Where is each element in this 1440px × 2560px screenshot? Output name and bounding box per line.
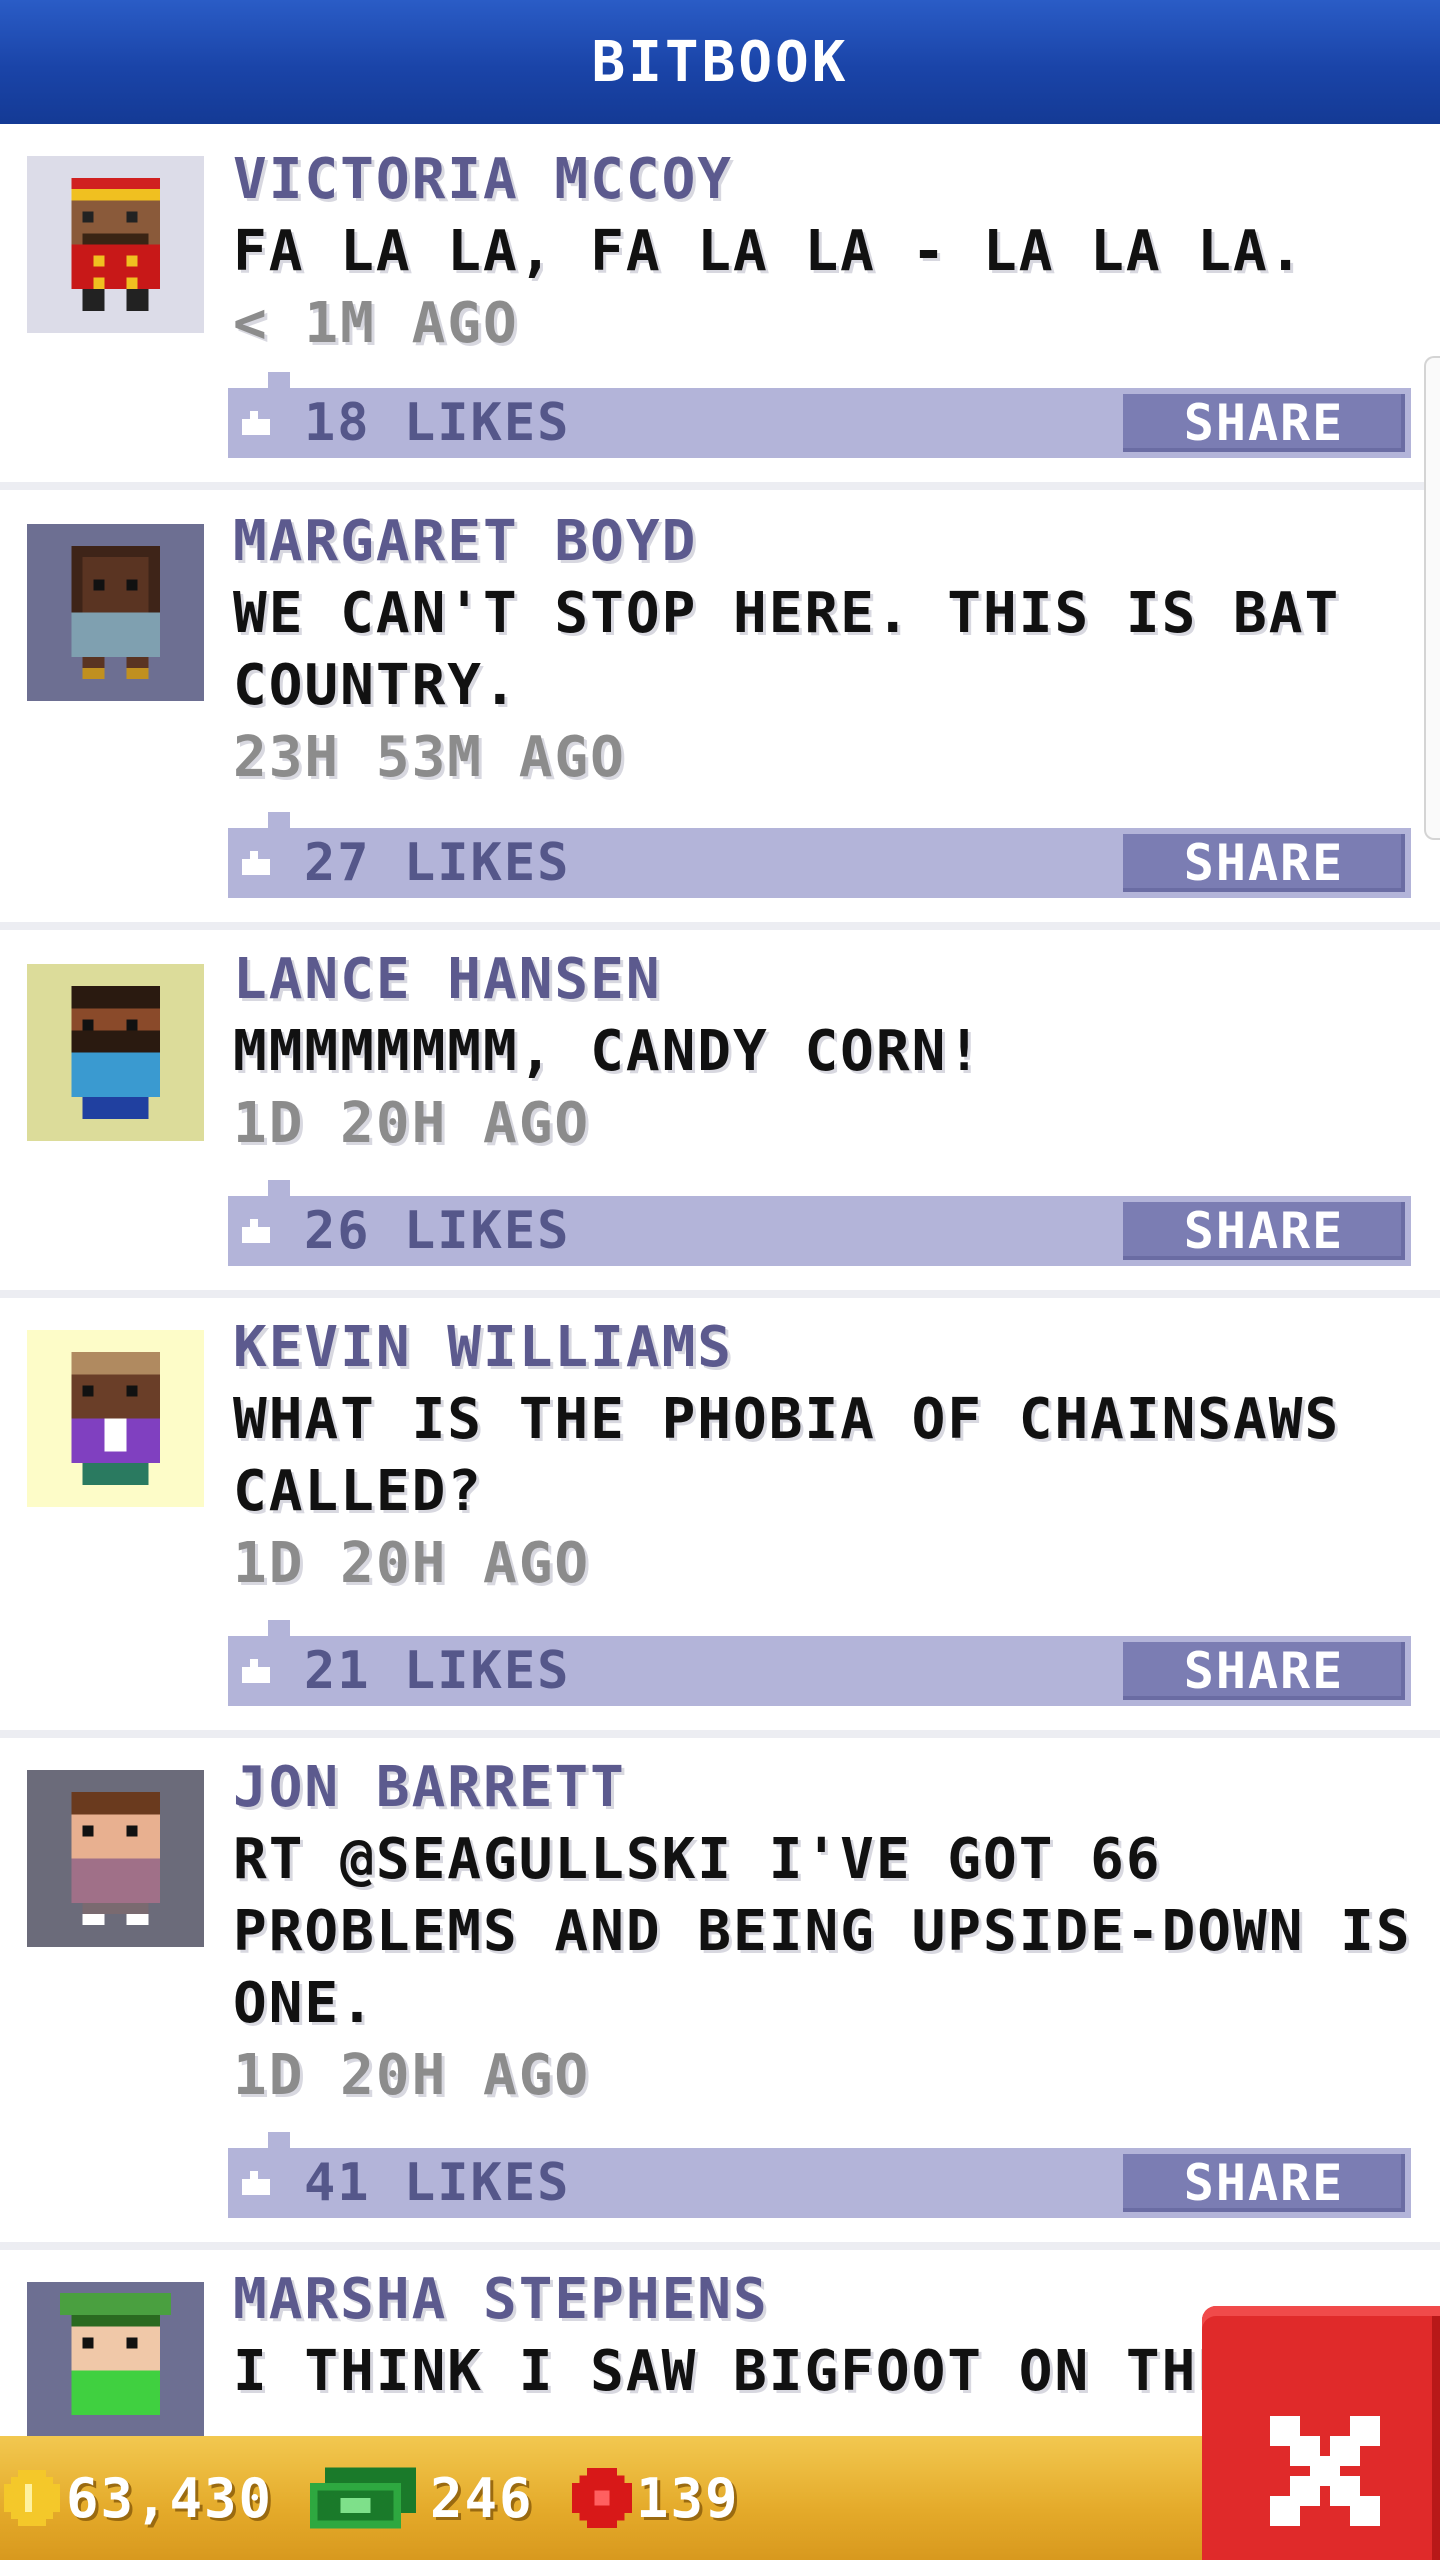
post-content: MARGARET BOYD WE CAN'T STOP HERE. THIS I… (233, 506, 1413, 794)
divider (0, 922, 1440, 930)
bar-tab (268, 372, 290, 388)
divider (0, 2242, 1440, 2250)
post-message-line: WHAT IS THE PHOBIA OF CHAINSAWS (233, 1387, 1341, 1452)
close-icon (1270, 2416, 1380, 2526)
scrollbar[interactable] (1424, 356, 1440, 840)
post-time: 1D 20H AGO (233, 2043, 591, 2108)
coins-value: 63,430 (66, 2466, 274, 2530)
thumbs-up-icon[interactable] (242, 850, 270, 876)
post-message-line: RT @SEAGULLSKI I'VE GOT 66 (233, 1827, 1162, 1892)
author-name[interactable]: VICTORIA MCCOY (233, 144, 1413, 216)
like-bar: 26 LIKES SHARE (228, 1196, 1411, 1266)
bux-stat: 246 (310, 2436, 534, 2560)
author-name[interactable]: LANCE HANSEN (233, 944, 1413, 1016)
bux-icon (310, 2467, 416, 2529)
like-count: 26 LIKES (304, 1201, 571, 1261)
thumbs-up-icon[interactable] (242, 1218, 270, 1244)
post-content: JON BARRETT RT @SEAGULLSKI I'VE GOT 66 P… (233, 1752, 1413, 2112)
like-count: 18 LIKES (304, 393, 571, 453)
divider (0, 482, 1440, 490)
author-name[interactable]: MARGARET BOYD (233, 506, 1413, 578)
app-header: BITBOOK (0, 0, 1440, 124)
post-content: VICTORIA MCCOY FA LA LA, FA LA LA - LA L… (233, 144, 1413, 360)
bar-tab (268, 1620, 290, 1636)
like-count: 27 LIKES (304, 833, 571, 893)
post-message-line: CALLED? (233, 1459, 484, 1524)
avatar[interactable] (27, 1330, 204, 1507)
share-button[interactable]: SHARE (1123, 1202, 1405, 1260)
author-name[interactable]: KEVIN WILLIAMS (233, 1312, 1413, 1384)
post-message-line: WE CAN'T STOP HERE. THIS IS BAT (233, 581, 1341, 646)
share-button[interactable]: SHARE (1123, 394, 1405, 452)
app-title: BITBOOK (591, 29, 849, 95)
token-icon (572, 2468, 632, 2528)
post-content: KEVIN WILLIAMS WHAT IS THE PHOBIA OF CHA… (233, 1312, 1413, 1600)
post-card: LANCE HANSEN MMMMMMMM, CANDY CORN! 1D 20… (0, 930, 1440, 1298)
avatar[interactable] (27, 964, 204, 1141)
author-name[interactable]: JON BARRETT (233, 1752, 1413, 1824)
post-time: 1D 20H AGO (233, 1531, 591, 1596)
bar-tab (268, 1180, 290, 1196)
post-content: LANCE HANSEN MMMMMMMM, CANDY CORN! 1D 20… (233, 944, 1413, 1160)
bar-tab (268, 2132, 290, 2148)
post-time: 1D 20H AGO (233, 1091, 591, 1156)
like-bar: 18 LIKES SHARE (228, 388, 1411, 458)
post-time: < 1M AGO (233, 291, 519, 356)
coin-icon (4, 2470, 60, 2526)
coins-stat: 63,430 (4, 2436, 273, 2560)
like-count: 41 LIKES (304, 2153, 571, 2213)
thumbs-up-icon[interactable] (242, 410, 270, 436)
share-button[interactable]: SHARE (1123, 834, 1405, 892)
post-card: JON BARRETT RT @SEAGULLSKI I'VE GOT 66 P… (0, 1738, 1440, 2250)
share-button[interactable]: SHARE (1123, 2154, 1405, 2212)
share-button[interactable]: SHARE (1123, 1642, 1405, 1700)
post-card: MARGARET BOYD WE CAN'T STOP HERE. THIS I… (0, 490, 1440, 930)
close-button[interactable] (1202, 2306, 1440, 2560)
bux-value: 246 (430, 2466, 534, 2530)
like-bar: 41 LIKES SHARE (228, 2148, 1411, 2218)
post-message-line: PROBLEMS AND BEING UPSIDE-DOWN IS (233, 1899, 1412, 1964)
post-card: KEVIN WILLIAMS WHAT IS THE PHOBIA OF CHA… (0, 1298, 1440, 1738)
divider (0, 1290, 1440, 1298)
post-message-line: COUNTRY. (233, 653, 519, 718)
thumbs-up-icon[interactable] (242, 1658, 270, 1684)
divider (0, 1730, 1440, 1738)
like-bar: 27 LIKES SHARE (228, 828, 1411, 898)
like-bar: 21 LIKES SHARE (228, 1636, 1411, 1706)
post-card: VICTORIA MCCOY FA LA LA, FA LA LA - LA L… (0, 124, 1440, 490)
tokens-value: 139 (636, 2466, 740, 2530)
avatar[interactable] (27, 156, 204, 333)
avatar[interactable] (27, 1770, 204, 1947)
post-message: MMMMMMMM, CANDY CORN! (233, 1019, 984, 1084)
tokens-stat: 139 (572, 2436, 740, 2560)
avatar[interactable] (27, 524, 204, 701)
post-message-line: ONE. (233, 1971, 376, 2036)
like-count: 21 LIKES (304, 1641, 571, 1701)
post-time: 23H 53M AGO (233, 725, 626, 790)
post-message: FA LA LA, FA LA LA - LA LA LA. (233, 219, 1305, 284)
thumbs-up-icon[interactable] (242, 2170, 270, 2196)
feed[interactable]: VICTORIA MCCOY FA LA LA, FA LA LA - LA L… (0, 124, 1440, 2436)
avatar[interactable] (27, 2282, 204, 2436)
bar-tab (268, 812, 290, 828)
